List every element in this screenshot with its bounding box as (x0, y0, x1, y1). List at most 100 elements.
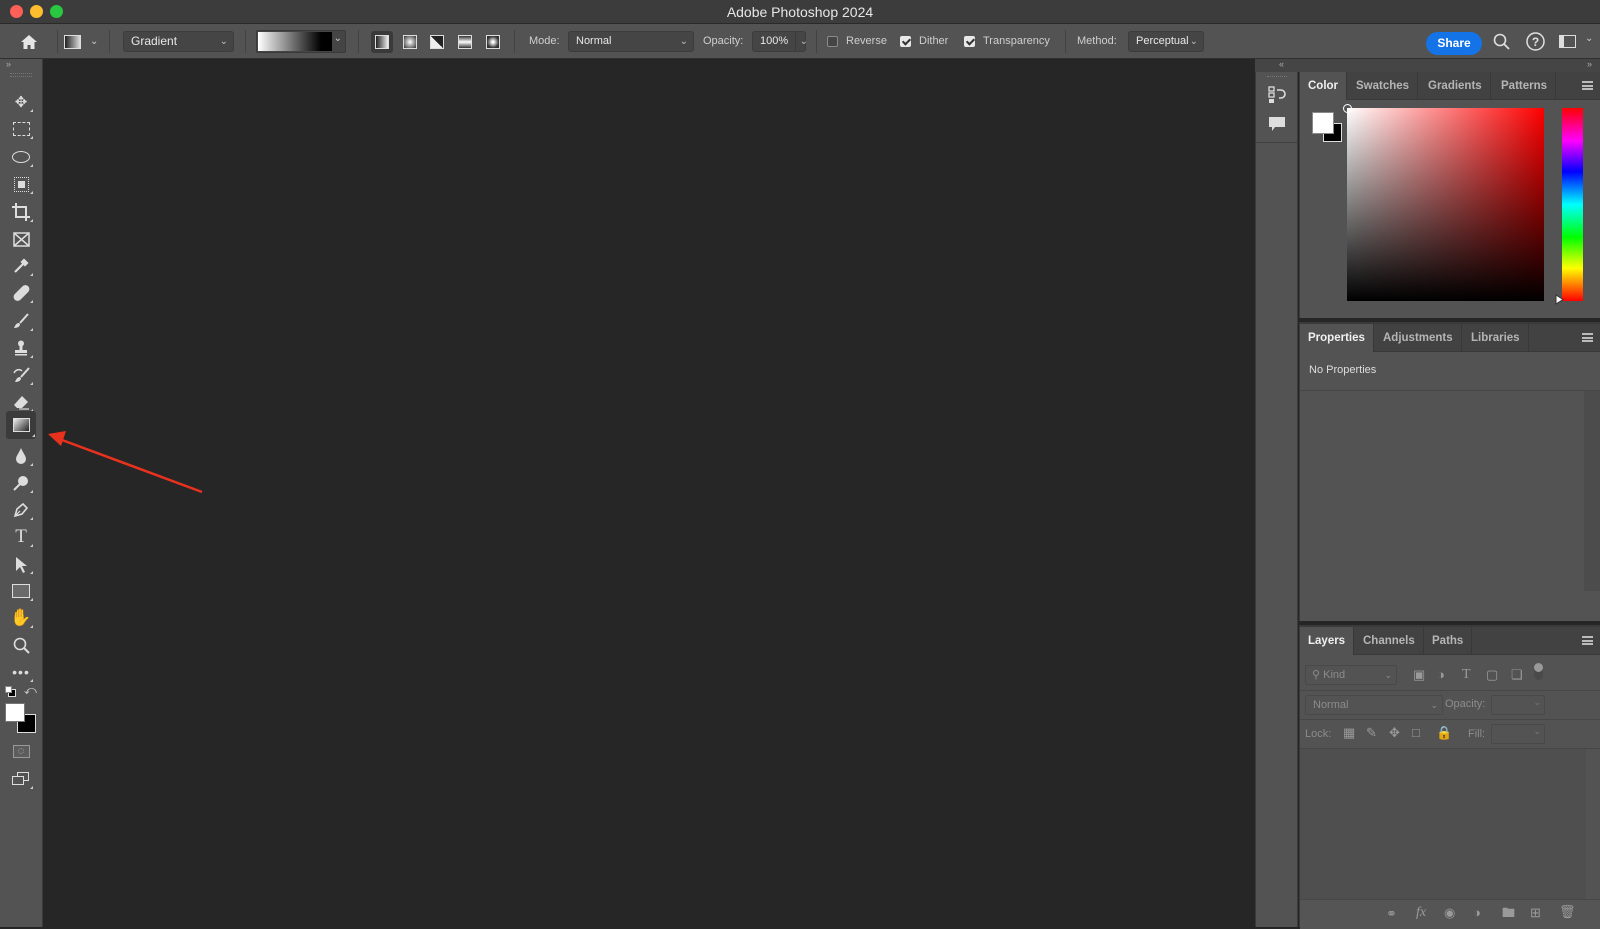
tab-patterns[interactable]: Patterns (1493, 72, 1557, 100)
filter-shape-layers-icon[interactable]: ▢ (1486, 667, 1498, 683)
foreground-color-swatch[interactable] (5, 703, 25, 722)
type-tool[interactable]: T (8, 525, 34, 549)
lock-image-pixels-icon[interactable]: ✎ (1366, 725, 1377, 741)
tab-libraries[interactable]: Libraries (1463, 324, 1529, 352)
edit-toolbar-button[interactable]: ••• (8, 660, 34, 684)
fx-icon[interactable]: fx (1416, 905, 1426, 921)
pen-tool[interactable] (8, 498, 34, 522)
zoom-tool[interactable] (8, 633, 34, 657)
gradient-picker[interactable]: ⌄ (256, 30, 346, 53)
tab-swatches[interactable]: Swatches (1348, 72, 1419, 100)
tab-properties[interactable]: Properties (1300, 324, 1374, 352)
expand-panels-icon[interactable]: » (1587, 59, 1592, 69)
angle-gradient-button[interactable] (426, 31, 448, 53)
history-panel-button[interactable] (1267, 85, 1289, 107)
dock-grip[interactable] (1267, 76, 1287, 79)
tool-preset-picker[interactable]: ⌄ (64, 24, 104, 59)
tab-gradients[interactable]: Gradients (1420, 72, 1491, 100)
new-layer-icon[interactable]: ⊞ (1530, 905, 1541, 921)
object-selection-tool[interactable] (8, 172, 34, 196)
lock-position-icon[interactable]: ✥ (1389, 725, 1400, 741)
comments-panel-button[interactable] (1267, 114, 1289, 136)
layers-list[interactable] (1300, 749, 1586, 899)
brush-tool[interactable] (8, 309, 34, 333)
panel-menu-icon[interactable] (1582, 333, 1593, 342)
hand-tool[interactable]: ✋ (8, 606, 34, 630)
reflected-gradient-button[interactable] (454, 31, 476, 53)
linear-gradient-icon (375, 35, 389, 49)
panel-foreground-swatch[interactable] (1312, 112, 1334, 134)
adjustment-icon[interactable]: ◑ (1473, 905, 1481, 920)
blend-mode-dropdown[interactable]: Normal ⌄ (1305, 695, 1443, 715)
toolbar-grip[interactable] (10, 73, 32, 77)
gradient-tool[interactable] (6, 411, 36, 439)
layer-opacity-input[interactable]: ⌄ (1491, 695, 1545, 715)
filter-toggle[interactable] (1534, 663, 1543, 680)
home-button[interactable] (20, 24, 42, 59)
quick-mask-button[interactable] (8, 739, 34, 763)
tab-channels[interactable]: Channels (1355, 627, 1424, 655)
mask-icon[interactable]: ◉ (1444, 905, 1455, 921)
hue-slider[interactable] (1562, 108, 1583, 301)
radial-gradient-button[interactable] (399, 31, 421, 53)
help-icon[interactable]: ? (1526, 32, 1545, 51)
screen-mode-button[interactable] (8, 767, 34, 791)
panel-menu-icon[interactable] (1582, 636, 1593, 645)
minimize-window-button[interactable] (30, 5, 43, 18)
hue-slider-handle[interactable] (1555, 294, 1564, 305)
diamond-gradient-button[interactable] (482, 31, 504, 53)
swap-colors-button[interactable]: ⤺ (24, 683, 37, 698)
method-dropdown[interactable]: Perceptual ⌄ (1128, 31, 1204, 52)
lock-all-icon[interactable]: 🔒 (1436, 725, 1452, 741)
filter-pixel-layers-icon[interactable]: ▣ (1413, 667, 1425, 683)
search-icon[interactable] (1493, 33, 1510, 50)
path-selection-tool[interactable] (8, 552, 34, 576)
tab-layers[interactable]: Layers (1300, 627, 1355, 655)
gradient-icon (12, 418, 30, 432)
frame-tool[interactable] (8, 227, 34, 251)
panel-menu-icon[interactable] (1582, 81, 1593, 90)
workspace-switcher[interactable]: ⌄ (1559, 33, 1600, 49)
clone-stamp-tool[interactable] (8, 336, 34, 360)
trash-icon[interactable]: 🗑 (1559, 904, 1576, 920)
tab-paths[interactable]: Paths (1424, 627, 1473, 655)
share-button[interactable]: Share (1426, 32, 1482, 55)
lasso-tool[interactable] (8, 145, 34, 169)
filter-type-layers-icon[interactable]: T (1462, 667, 1471, 683)
linear-gradient-button[interactable] (371, 31, 393, 53)
blur-tool[interactable] (8, 444, 34, 468)
properties-scrollbar[interactable] (1584, 391, 1600, 591)
spot-healing-brush-tool[interactable] (8, 281, 34, 305)
default-colors-button[interactable] (5, 686, 17, 698)
link-icon[interactable]: ⚭ (1386, 906, 1397, 922)
color-field-picker[interactable] (1343, 104, 1352, 113)
rectangular-marquee-tool[interactable] (8, 117, 34, 141)
crop-tool[interactable] (8, 200, 34, 224)
transparency-checkbox[interactable] (964, 36, 975, 47)
dither-checkbox[interactable] (900, 36, 911, 47)
layer-filter-dropdown[interactable]: ⚲ Kind ⌄ (1305, 665, 1397, 685)
tab-adjustments[interactable]: Adjustments (1375, 324, 1462, 352)
tab-color[interactable]: Color (1300, 72, 1348, 100)
collapse-toolbar-icon[interactable]: » (6, 59, 11, 69)
dodge-tool[interactable] (8, 471, 34, 495)
filter-smart-objects-icon[interactable]: ❏ (1511, 667, 1523, 683)
mode-dropdown[interactable]: Normal ⌄ (568, 31, 694, 52)
layer-fill-input[interactable]: ⌄ (1491, 724, 1545, 744)
maximize-window-button[interactable] (50, 5, 63, 18)
lock-transparent-pixels-icon[interactable]: ▦ (1343, 725, 1355, 741)
color-field[interactable] (1343, 104, 1544, 301)
eyedropper-tool[interactable] (8, 254, 34, 278)
reverse-checkbox[interactable] (827, 36, 838, 47)
close-window-button[interactable] (10, 5, 23, 18)
move-tool[interactable]: ✥ (8, 90, 34, 114)
group-folder-icon[interactable]: 🖿 (1502, 904, 1515, 926)
lock-artboard-icon[interactable]: □ (1412, 725, 1420, 740)
filter-adjustment-layers-icon[interactable]: ◑ (1437, 667, 1445, 682)
rectangle-tool[interactable] (8, 579, 34, 603)
document-canvas-area[interactable] (44, 59, 1255, 927)
history-brush-tool[interactable] (8, 363, 34, 387)
opacity-input[interactable]: 100% ⌄ (752, 31, 808, 52)
gradient-type-dropdown[interactable]: Gradient ⌄ (123, 31, 234, 52)
collapse-dock-icon[interactable]: « (1279, 59, 1284, 69)
